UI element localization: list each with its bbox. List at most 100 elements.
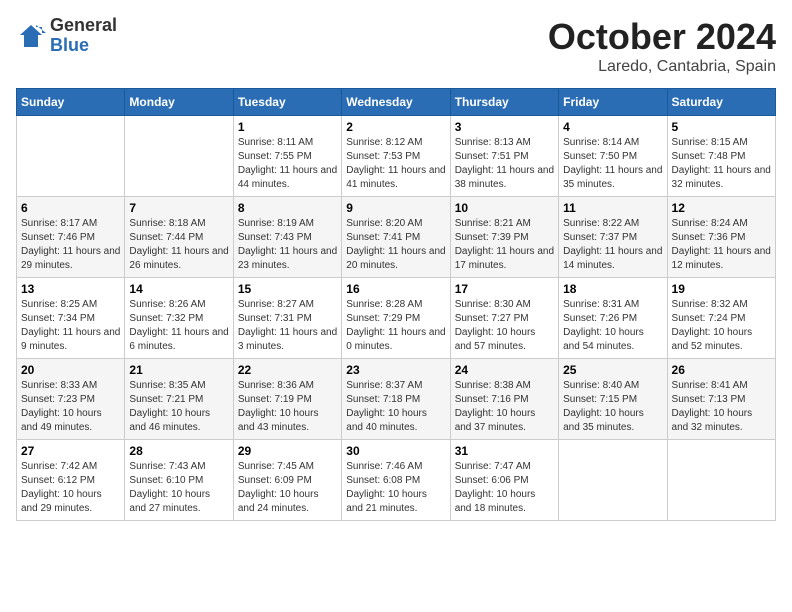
day-number: 26 — [672, 363, 771, 377]
day-number: 19 — [672, 282, 771, 296]
day-number: 12 — [672, 201, 771, 215]
calendar-cell — [667, 440, 775, 521]
weekday-header-wednesday: Wednesday — [342, 89, 450, 116]
day-info: Sunrise: 8:40 AM Sunset: 7:15 PM Dayligh… — [563, 379, 662, 435]
day-number: 2 — [346, 120, 445, 134]
calendar-cell: 26Sunrise: 8:41 AM Sunset: 7:13 PM Dayli… — [667, 359, 775, 440]
weekday-header-thursday: Thursday — [450, 89, 558, 116]
day-number: 18 — [563, 282, 662, 296]
calendar-cell: 23Sunrise: 8:37 AM Sunset: 7:18 PM Dayli… — [342, 359, 450, 440]
day-info: Sunrise: 8:21 AM Sunset: 7:39 PM Dayligh… — [455, 217, 554, 273]
calendar-cell: 22 Sunrise: 8:36 AM Sunset: 7:19 PM Dayli… — [233, 359, 341, 440]
weekday-header-tuesday: Tuesday — [233, 89, 341, 116]
title-month: October 2024 — [548, 16, 776, 58]
calendar-cell: 13 Sunrise: 8:25 AM Sunset: 7:34 PM Dayli… — [17, 278, 125, 359]
day-info: Sunrise: 8:12 AM Sunset: 7:53 PM Dayligh… — [346, 136, 445, 192]
day-number: 15 — [238, 282, 337, 296]
day-number: 14 — [129, 282, 228, 296]
calendar-cell: 20Sunrise: 8:33 AM Sunset: 7:23 PM Dayli… — [17, 359, 125, 440]
title-location: Laredo, Cantabria, Spain — [548, 58, 776, 76]
day-number: 31 — [455, 444, 554, 458]
calendar-cell: 9 Sunrise: 8:20 AM Sunset: 7:41 PM Daylig… — [342, 197, 450, 278]
calendar-cell: 31 Sunrise: 7:47 AM Sunset: 6:06 PM Dayli… — [450, 440, 558, 521]
calendar-cell: 28 Sunrise: 7:43 AM Sunset: 6:10 PM Dayli… — [125, 440, 233, 521]
calendar-cell: 8 Sunrise: 8:19 AM Sunset: 7:43 PM Daylig… — [233, 197, 341, 278]
day-info: Sunrise: 8:35 AM Sunset: 7:21 PM Dayligh… — [129, 379, 228, 435]
day-number: 8 — [238, 201, 337, 215]
calendar-cell: 11 Sunrise: 8:22 AM Sunset: 7:37 PM Dayli… — [559, 197, 667, 278]
day-info: Sunrise: 8:20 AM Sunset: 7:41 PM Dayligh… — [346, 217, 445, 273]
day-info: Sunrise: 8:31 AM Sunset: 7:26 PM Dayligh… — [563, 298, 662, 354]
day-info: Sunrise: 8:25 AM Sunset: 7:34 PM Dayligh… — [21, 298, 120, 354]
logo-blue: Blue — [50, 36, 117, 56]
day-number: 6 — [21, 201, 120, 215]
day-number: 17 — [455, 282, 554, 296]
day-info: Sunrise: 8:14 AM Sunset: 7:50 PM Dayligh… — [563, 136, 662, 192]
logo-general: General — [50, 16, 117, 36]
calendar-cell — [17, 116, 125, 197]
calendar-cell: 1 Sunrise: 8:11 AM Sunset: 7:55 PM Daylig… — [233, 116, 341, 197]
day-number: 30 — [346, 444, 445, 458]
day-info: Sunrise: 7:42 AM Sunset: 6:12 PM Dayligh… — [21, 460, 120, 516]
title-block: October 2024 Laredo, Cantabria, Spain — [548, 16, 776, 76]
calendar-cell: 21 Sunrise: 8:35 AM Sunset: 7:21 PM Dayli… — [125, 359, 233, 440]
day-info: Sunrise: 8:32 AM Sunset: 7:24 PM Dayligh… — [672, 298, 771, 354]
day-number: 7 — [129, 201, 228, 215]
day-number: 13 — [21, 282, 120, 296]
day-number: 9 — [346, 201, 445, 215]
week-row-3: 13 Sunrise: 8:25 AM Sunset: 7:34 PM Dayli… — [17, 278, 776, 359]
week-row-4: 20Sunrise: 8:33 AM Sunset: 7:23 PM Dayli… — [17, 359, 776, 440]
calendar-cell: 10 Sunrise: 8:21 AM Sunset: 7:39 PM Dayli… — [450, 197, 558, 278]
calendar-cell: 30 Sunrise: 7:46 AM Sunset: 6:08 PM Dayli… — [342, 440, 450, 521]
day-info: Sunrise: 8:30 AM Sunset: 7:27 PM Dayligh… — [455, 298, 554, 354]
day-info: Sunrise: 8:26 AM Sunset: 7:32 PM Dayligh… — [129, 298, 228, 354]
day-info: Sunrise: 8:13 AM Sunset: 7:51 PM Dayligh… — [455, 136, 554, 192]
calendar-cell: 29Sunrise: 7:45 AM Sunset: 6:09 PM Dayli… — [233, 440, 341, 521]
calendar-cell: 15Sunrise: 8:27 AM Sunset: 7:31 PM Dayli… — [233, 278, 341, 359]
day-number: 29 — [238, 444, 337, 458]
day-info: Sunrise: 7:47 AM Sunset: 6:06 PM Dayligh… — [455, 460, 554, 516]
page-header: General Blue October 2024 Laredo, Cantab… — [16, 16, 776, 76]
day-number: 27 — [21, 444, 120, 458]
day-info: Sunrise: 8:24 AM Sunset: 7:36 PM Dayligh… — [672, 217, 771, 273]
day-number: 5 — [672, 120, 771, 134]
logo: General Blue — [16, 16, 117, 56]
calendar-table: SundayMondayTuesdayWednesdayThursdayFrid… — [16, 88, 776, 521]
calendar-cell: 12 Sunrise: 8:24 AM Sunset: 7:36 PM Dayli… — [667, 197, 775, 278]
calendar-cell: 25Sunrise: 8:40 AM Sunset: 7:15 PM Dayli… — [559, 359, 667, 440]
calendar-cell: 2 Sunrise: 8:12 AM Sunset: 7:53 PM Daylig… — [342, 116, 450, 197]
day-number: 3 — [455, 120, 554, 134]
calendar-cell — [559, 440, 667, 521]
weekday-header-sunday: Sunday — [17, 89, 125, 116]
day-info: Sunrise: 7:43 AM Sunset: 6:10 PM Dayligh… — [129, 460, 228, 516]
calendar-cell: 17 Sunrise: 8:30 AM Sunset: 7:27 PM Dayli… — [450, 278, 558, 359]
day-number: 11 — [563, 201, 662, 215]
day-info: Sunrise: 8:36 AM Sunset: 7:19 PM Dayligh… — [238, 379, 337, 435]
day-number: 28 — [129, 444, 228, 458]
calendar-cell: 14 Sunrise: 8:26 AM Sunset: 7:32 PM Dayli… — [125, 278, 233, 359]
week-row-5: 27 Sunrise: 7:42 AM Sunset: 6:12 PM Dayli… — [17, 440, 776, 521]
calendar-cell: 18 Sunrise: 8:31 AM Sunset: 7:26 PM Dayli… — [559, 278, 667, 359]
calendar-cell: 5Sunrise: 8:15 AM Sunset: 7:48 PM Daylig… — [667, 116, 775, 197]
day-number: 1 — [238, 120, 337, 134]
calendar-cell: 3 Sunrise: 8:13 AM Sunset: 7:51 PM Daylig… — [450, 116, 558, 197]
calendar-cell — [125, 116, 233, 197]
weekday-header-saturday: Saturday — [667, 89, 775, 116]
day-number: 20 — [21, 363, 120, 377]
day-number: 10 — [455, 201, 554, 215]
day-info: Sunrise: 7:46 AM Sunset: 6:08 PM Dayligh… — [346, 460, 445, 516]
logo-icon — [16, 21, 46, 51]
calendar-cell: 6Sunrise: 8:17 AM Sunset: 7:46 PM Daylig… — [17, 197, 125, 278]
day-info: Sunrise: 8:22 AM Sunset: 7:37 PM Dayligh… — [563, 217, 662, 273]
day-info: Sunrise: 8:11 AM Sunset: 7:55 PM Dayligh… — [238, 136, 337, 192]
day-number: 22 — [238, 363, 337, 377]
day-number: 21 — [129, 363, 228, 377]
calendar-cell: 7Sunrise: 8:18 AM Sunset: 7:44 PM Daylig… — [125, 197, 233, 278]
weekday-header-row: SundayMondayTuesdayWednesdayThursdayFrid… — [17, 89, 776, 116]
weekday-header-monday: Monday — [125, 89, 233, 116]
day-info: Sunrise: 8:19 AM Sunset: 7:43 PM Dayligh… — [238, 217, 337, 273]
week-row-2: 6Sunrise: 8:17 AM Sunset: 7:46 PM Daylig… — [17, 197, 776, 278]
day-number: 16 — [346, 282, 445, 296]
weekday-header-friday: Friday — [559, 89, 667, 116]
logo-text: General Blue — [50, 16, 117, 56]
